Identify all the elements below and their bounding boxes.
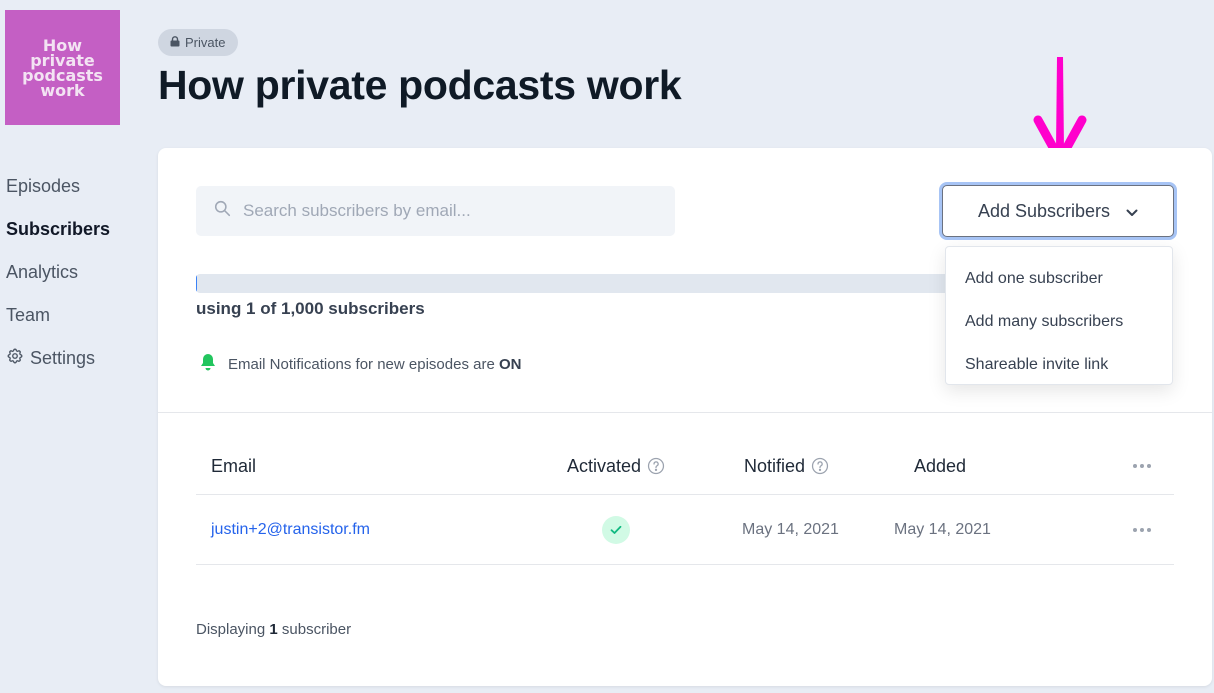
sidebar-nav: Episodes Subscribers Analytics Team Sett…	[6, 165, 110, 380]
notification-text: Email Notifications for new episodes are…	[228, 355, 522, 373]
add-subscribers-dropdown: Add one subscriber Add many subscribers …	[945, 246, 1173, 385]
cell-email: justin+2@transistor.fm	[196, 521, 536, 539]
visibility-badge: Private	[158, 29, 239, 56]
bulk-actions-menu[interactable]	[1056, 464, 1174, 468]
sidebar-item-label: Episodes	[6, 176, 81, 196]
notification-state: ON	[498, 355, 522, 373]
sidebar-item-label: Team	[6, 305, 51, 325]
column-header-added[interactable]: Added	[856, 456, 1056, 477]
column-header-activated-label: Activated	[566, 455, 642, 476]
section-divider	[158, 412, 1212, 413]
help-icon[interactable]	[811, 457, 829, 475]
subscribers-table: Email Activated Notified Added justin+2@…	[196, 438, 1174, 565]
menu-item-invite-link[interactable]: Shareable invite link	[946, 343, 1172, 386]
chevron-down-icon	[1126, 201, 1138, 222]
podcast-cover-text: How private podcasts work	[22, 35, 103, 100]
search-field[interactable]	[196, 186, 675, 236]
more-options-icon[interactable]	[1133, 464, 1151, 468]
gear-icon	[6, 347, 24, 370]
sidebar-item-episodes[interactable]: Episodes	[6, 165, 110, 208]
menu-item-add-one[interactable]: Add one subscriber	[946, 257, 1172, 300]
subscriber-count: 1	[269, 621, 278, 638]
add-subscribers-label: Add Subscribers	[977, 200, 1111, 221]
sidebar-item-label: Analytics	[6, 262, 79, 282]
table-row: justin+2@transistor.fm May 14, 2021 May …	[196, 495, 1174, 565]
subscriber-usage-text: using 1 of 1,000 subscribers	[196, 299, 425, 318]
sidebar-item-label: Settings	[30, 348, 96, 368]
sidebar-item-team[interactable]: Team	[6, 294, 110, 337]
sidebar-item-subscribers[interactable]: Subscribers	[6, 208, 110, 251]
subscriber-usage-bar	[196, 274, 996, 293]
menu-item-add-many[interactable]: Add many subscribers	[946, 300, 1172, 343]
row-actions-menu[interactable]	[1056, 527, 1174, 532]
notification-status: Email Notifications for new episodes are…	[200, 353, 521, 375]
sidebar-item-label: Subscribers	[6, 219, 111, 239]
cell-added: May 14, 2021	[894, 520, 991, 538]
search-icon	[214, 200, 231, 222]
subscriber-usage-fill	[196, 274, 197, 293]
subscriber-email-link[interactable]: justin+2@transistor.fm	[211, 521, 370, 538]
podcast-cover-art: How private podcasts work	[5, 10, 120, 125]
sidebar-item-settings[interactable]: Settings	[6, 337, 110, 380]
column-header-activated: Activated	[536, 456, 696, 477]
column-header-notified: Notified	[696, 456, 856, 477]
help-icon[interactable]	[647, 457, 665, 475]
column-header-email[interactable]: Email	[196, 456, 536, 477]
cell-activated	[536, 515, 696, 544]
more-options-icon[interactable]	[1133, 527, 1151, 532]
table-header-row: Email Activated Notified Added	[196, 438, 1174, 495]
bell-icon	[200, 353, 216, 375]
sidebar-item-analytics[interactable]: Analytics	[6, 251, 110, 294]
page-title: How private podcasts work	[158, 62, 682, 108]
add-subscribers-button[interactable]: Add Subscribers	[942, 185, 1174, 237]
cell-notified: May 14, 2021	[742, 520, 839, 538]
lock-icon	[170, 35, 180, 50]
subscribers-card: Add Subscribers Add one subscriber Add m…	[158, 148, 1212, 686]
search-input[interactable]	[243, 201, 643, 221]
pagination-summary: Displaying 1 subscriber	[196, 621, 352, 638]
visibility-badge-label: Private	[185, 35, 226, 50]
check-icon	[602, 515, 630, 544]
column-header-notified-label: Notified	[744, 455, 806, 476]
